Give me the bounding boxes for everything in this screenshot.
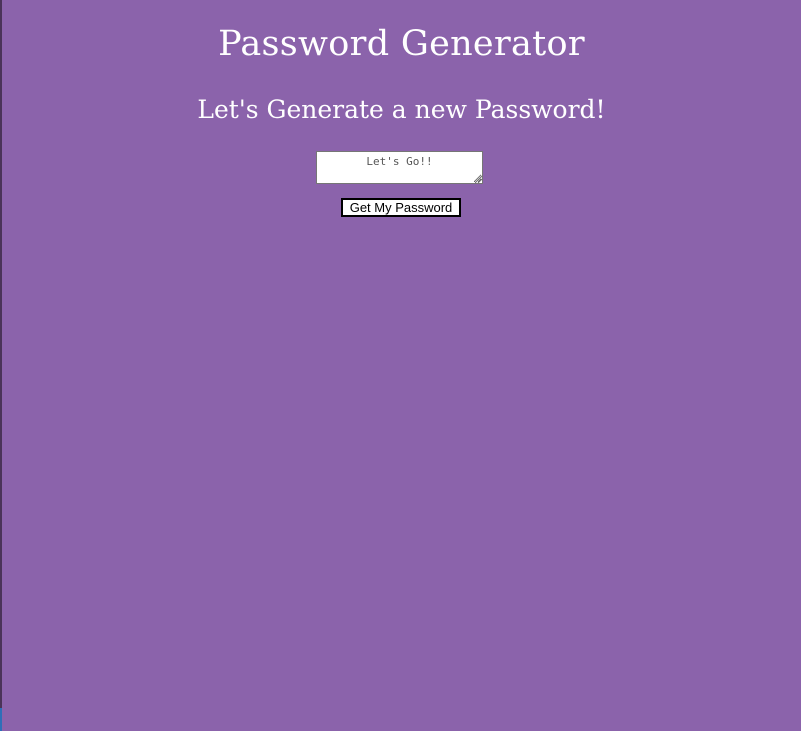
password-output-field[interactable] (316, 151, 483, 184)
page-title: Password Generator (218, 24, 585, 64)
page-subtitle: Let's Generate a new Password! (197, 95, 606, 124)
get-password-button[interactable]: Get My Password (341, 198, 461, 217)
page: Password Generator Let's Generate a new … (2, 0, 801, 731)
